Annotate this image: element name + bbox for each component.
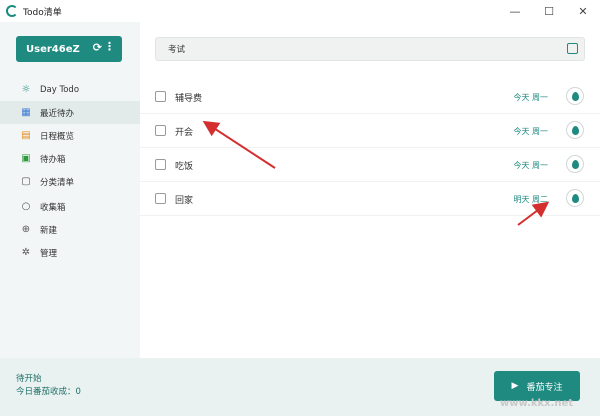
task-row[interactable]: 吃饭 今天 周一 (140, 148, 600, 182)
pomodoro-focus-label: 番茄专注 (526, 382, 563, 393)
task-row[interactable]: 开会 今天 周一 (140, 114, 600, 148)
sidebar-item-label: 日程概览 (40, 131, 75, 142)
pomodoro-button[interactable] (566, 87, 584, 105)
watermark: www.kkx.net (500, 398, 574, 409)
drop-icon (571, 125, 579, 135)
sidebar-item-label: 管理 (40, 248, 58, 259)
sidebar-item-label: 待办箱 (40, 154, 66, 165)
window-controls: — ☐ ✕ (498, 0, 600, 22)
pomodoro-status: 待开始 今日番茄收成：0 (16, 373, 81, 399)
sidebar-item-category-list[interactable]: ▢ 分类清单 (0, 170, 140, 193)
gear-icon: ✲ (21, 247, 31, 258)
sidebar-item-label: 分类清单 (40, 177, 75, 188)
maximize-button[interactable]: ☐ (532, 0, 566, 22)
circle-icon: ○ (21, 201, 31, 212)
pomodoro-button[interactable] (566, 121, 584, 139)
task-checkbox[interactable] (155, 125, 166, 136)
sidebar-item-new[interactable]: ⊕ 新建 (0, 218, 140, 241)
task-checkbox[interactable] (155, 91, 166, 102)
task-checkbox[interactable] (155, 193, 166, 204)
sidebar-item-label: 最近待办 (40, 108, 75, 119)
sun-icon: ☼ (21, 84, 31, 95)
sync-icon[interactable]: ⟳ (93, 41, 102, 54)
pomodoro-button[interactable] (566, 155, 584, 173)
sidebar-item-schedule-overview[interactable]: ▤ 日程概览 (0, 124, 140, 147)
task-name: 吃饭 (175, 162, 194, 172)
task-name: 辅导费 (175, 94, 203, 104)
status-line: 待开始 (16, 374, 42, 384)
sidebar-nav: ☼ Day Todo ▦ 最近待办 ▤ 日程概览 ▣ 待办箱 ▢ 分类清单 ○ … (0, 78, 140, 264)
pomodoro-button[interactable] (566, 189, 584, 207)
task-date[interactable]: 今天 周一 (513, 160, 548, 171)
task-list: 辅导费 今天 周一 开会 今天 周一 吃饭 今天 周一 回家 明天 周二 (140, 80, 600, 216)
minimize-button[interactable]: — (498, 0, 532, 22)
play-icon: ▶ (511, 381, 519, 391)
more-options-icon[interactable]: ⋮ (104, 40, 115, 53)
task-date[interactable]: 今天 周一 (513, 126, 548, 137)
sidebar-item-recent-todo[interactable]: ▦ 最近待办 (0, 101, 140, 124)
sidebar-item-manage[interactable]: ✲ 管理 (0, 241, 140, 264)
drop-icon (571, 193, 579, 203)
task-checkbox[interactable] (155, 159, 166, 170)
calendar-icon[interactable] (567, 43, 578, 54)
pomodoro-focus-button[interactable]: ▶ 番茄专注 (494, 371, 580, 401)
sidebar: User46eZ ⟳ ⋮ ☼ Day Todo ▦ 最近待办 ▤ 日程概览 ▣ … (0, 22, 140, 358)
task-input[interactable]: 考试 (155, 37, 585, 61)
close-button[interactable]: ✕ (566, 0, 600, 22)
add-icon: ⊕ (21, 224, 31, 235)
sidebar-item-label: 收集箱 (40, 202, 66, 213)
main-content: 考试 辅导费 今天 周一 开会 今天 周一 吃饭 今天 周一 回家 明天 周二 (140, 22, 600, 358)
task-input-value: 考试 (168, 45, 186, 55)
task-row[interactable]: 回家 明天 周二 (140, 182, 600, 216)
sidebar-item-day-todo[interactable]: ☼ Day Todo (0, 78, 140, 101)
task-name: 开会 (175, 128, 194, 138)
inbox-icon: ▣ (21, 153, 31, 164)
calendar-icon: ▦ (21, 107, 31, 118)
sidebar-item-collection-box[interactable]: ○ 收集箱 (0, 195, 140, 218)
sidebar-item-label: Day Todo (40, 84, 80, 95)
app-logo-icon (6, 5, 18, 17)
task-name: 回家 (175, 196, 194, 206)
schedule-icon: ▤ (21, 130, 31, 141)
task-row[interactable]: 辅导费 今天 周一 (140, 80, 600, 114)
username-label: User46eZ (26, 43, 80, 55)
window-title: Todo清单 (23, 7, 62, 18)
sidebar-item-label: 新建 (40, 225, 58, 236)
task-date[interactable]: 明天 周二 (513, 194, 548, 205)
status-line: 今日番茄收成：0 (16, 387, 81, 397)
task-date[interactable]: 今天 周一 (513, 92, 548, 103)
list-icon: ▢ (21, 176, 31, 187)
drop-icon (571, 159, 579, 169)
drop-icon (571, 91, 579, 101)
user-account-button[interactable]: User46eZ ⟳ ⋮ (16, 36, 122, 62)
title-bar: Todo清单 — ☐ ✕ (0, 0, 600, 22)
sidebar-item-todo-box[interactable]: ▣ 待办箱 (0, 147, 140, 170)
